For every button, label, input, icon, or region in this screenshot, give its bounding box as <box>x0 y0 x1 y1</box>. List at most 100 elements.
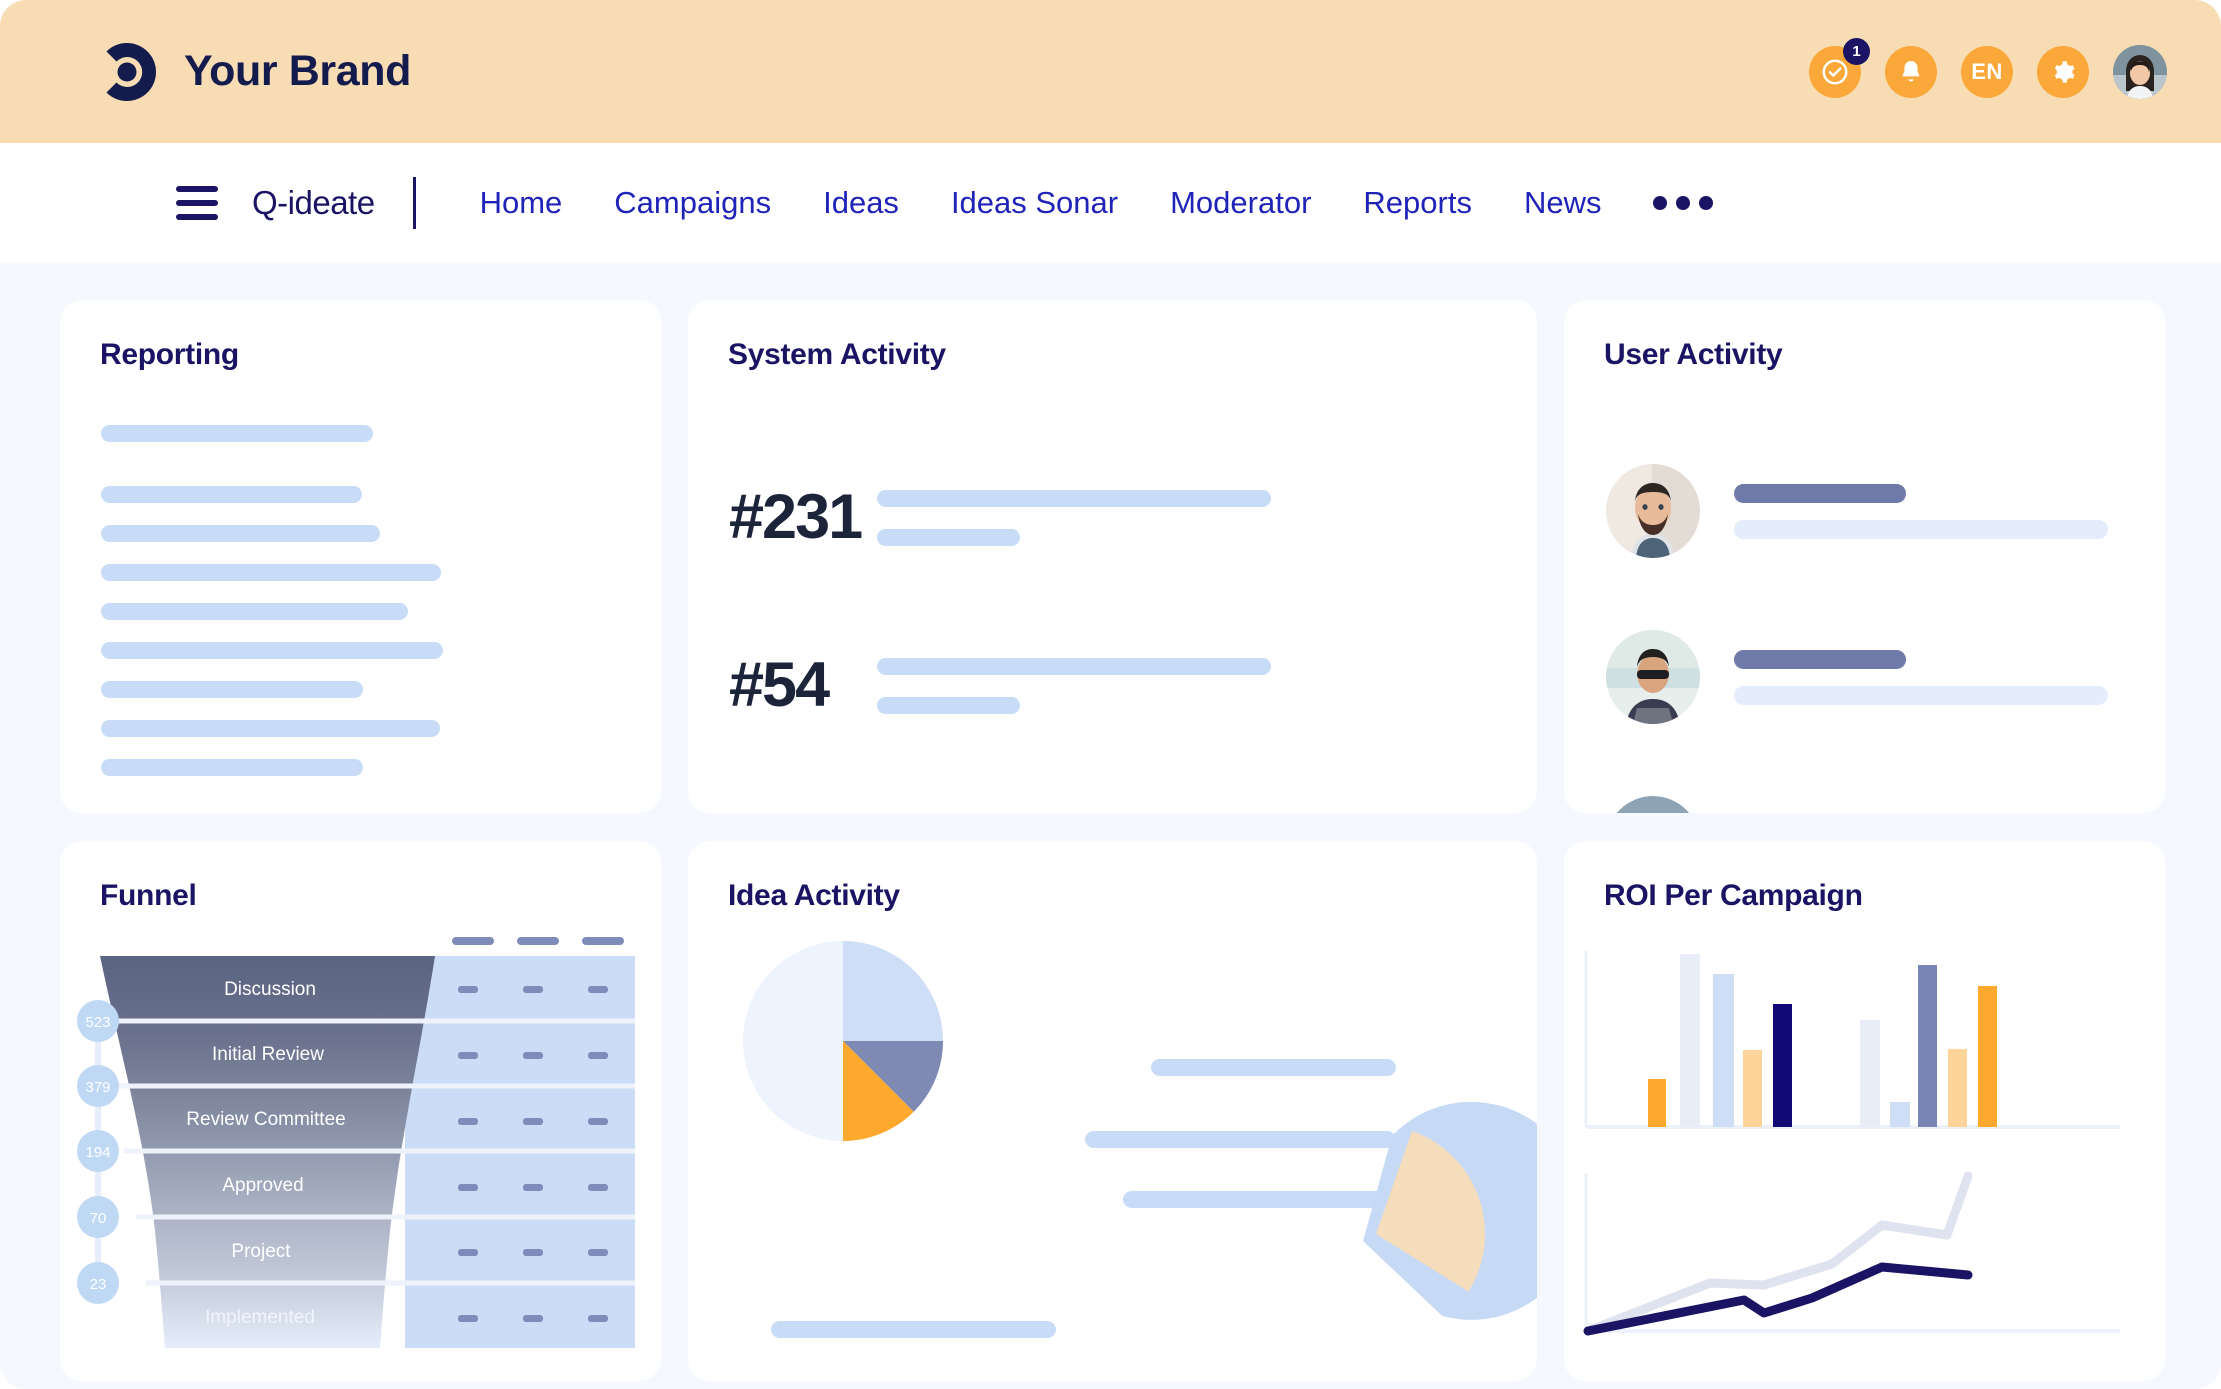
list-item[interactable] <box>1606 608 2125 746</box>
bar <box>1743 1050 1762 1127</box>
card-roi-per-campaign: ROI Per Campaign <box>1564 841 2165 1381</box>
page-title-system-activity: System Activity <box>728 338 946 372</box>
roi-charts <box>1564 927 2165 1381</box>
list-item[interactable]: #162 <box>729 794 1497 813</box>
bar <box>1860 1020 1880 1127</box>
funnel-stage-label: Initial Review <box>212 1044 324 1065</box>
list-item[interactable]: #231 <box>729 458 1497 576</box>
placeholder-line <box>877 697 1020 714</box>
bar <box>1918 965 1937 1127</box>
roi-bar-chart[interactable] <box>1586 951 2120 1127</box>
card-user-activity: User Activity <box>1564 300 2165 813</box>
nav-link-news[interactable]: News <box>1498 185 1628 221</box>
funnel-value: 523 <box>85 1014 110 1031</box>
placeholder-line <box>101 486 362 503</box>
system-activity-list: #231 #54 #162 <box>729 440 1497 813</box>
idea-placeholder-group-bottom <box>771 1321 1069 1381</box>
dashboard-grid: Reporting System Activity #231 <box>60 300 2164 1381</box>
roi-line-chart[interactable] <box>1586 1173 2120 1331</box>
nav-link-reports[interactable]: Reports <box>1337 185 1498 221</box>
bar <box>1773 1004 1792 1127</box>
avatar-image <box>2113 45 2167 99</box>
placeholder-line-body <box>1734 520 2108 539</box>
funnel-chart-svg: 523 379 194 70 23 Discussion Initial Rev… <box>60 931 661 1381</box>
nav-link-ideas[interactable]: Ideas <box>797 185 925 221</box>
idea-activity-svg <box>688 841 1537 1381</box>
settings-button[interactable] <box>2037 46 2089 98</box>
more-horizontal-icon[interactable] <box>1627 196 1739 210</box>
reporting-placeholder-list <box>101 425 625 776</box>
avatar[interactable] <box>2113 45 2167 99</box>
placeholder-group <box>1734 650 2125 705</box>
avatar-sunglasses-man-icon <box>1606 630 1700 724</box>
placeholder-line <box>101 564 441 581</box>
brand-circle-icon <box>96 41 158 103</box>
placeholder-line <box>101 642 443 659</box>
placeholder-line <box>1151 1059 1396 1076</box>
funnel-value: 70 <box>90 1210 107 1227</box>
main-navbar: Q-ideate Home Campaigns Ideas Ideas Sona… <box>0 143 2221 263</box>
placeholder-line <box>101 681 363 698</box>
nav-link-home[interactable]: Home <box>454 185 589 221</box>
nav-divider <box>413 177 416 229</box>
system-activity-value: #54 <box>729 654 877 717</box>
list-item[interactable] <box>1606 442 2125 580</box>
funnel-value: 194 <box>85 1144 110 1161</box>
nav-link-ideas-sonar[interactable]: Ideas Sonar <box>925 185 1144 221</box>
placeholder-line <box>1085 1131 1396 1148</box>
avatar[interactable] <box>1606 630 1700 724</box>
bar <box>1648 1079 1666 1127</box>
card-idea-activity: Idea Activity <box>688 841 1537 1381</box>
funnel-value: 23 <box>90 1276 107 1293</box>
funnel-stage-label: Approved <box>222 1175 303 1196</box>
placeholder-group <box>877 488 1497 546</box>
language-button[interactable]: EN <box>1961 46 2013 98</box>
placeholder-line <box>101 603 408 620</box>
tasks-badge: 1 <box>1843 38 1870 65</box>
brand-block[interactable]: Your Brand <box>96 41 411 103</box>
placeholder-line <box>771 1321 1056 1338</box>
roi-svg <box>1564 927 2165 1381</box>
page-title-user-activity: User Activity <box>1604 338 1782 372</box>
tasks-button[interactable]: 1 <box>1809 46 1861 98</box>
bar <box>1680 954 1700 1127</box>
dashboard-root: Your Brand 1 EN <box>0 0 2221 1389</box>
placeholder-line-title <box>1734 650 1906 669</box>
funnel-legend[interactable] <box>452 937 624 945</box>
idea-pie-chart-1[interactable] <box>743 941 943 1141</box>
avatar[interactable] <box>1606 796 1700 813</box>
nav-link-moderator[interactable]: Moderator <box>1144 185 1337 221</box>
idea-activity-content <box>688 841 1537 1381</box>
card-funnel: Funnel <box>60 841 661 1381</box>
hamburger-menu-icon[interactable] <box>176 186 218 220</box>
funnel-stage-label: Review Committee <box>186 1109 345 1130</box>
bar <box>1890 1102 1910 1127</box>
check-circle-icon <box>1820 57 1850 87</box>
funnel-stage-label: Discussion <box>224 979 316 1000</box>
funnel-stage-label: Project <box>231 1241 291 1262</box>
placeholder-line-title <box>1734 484 1906 503</box>
funnel-chart[interactable]: 523 379 194 70 23 Discussion Initial Rev… <box>60 931 661 1381</box>
notifications-button[interactable] <box>1885 46 1937 98</box>
avatar-smiling-man-icon <box>1606 796 1700 813</box>
card-reporting: Reporting <box>60 300 661 813</box>
placeholder-line-body <box>1734 686 2108 705</box>
list-item[interactable] <box>1606 774 2125 813</box>
page-title-funnel: Funnel <box>100 879 197 913</box>
header-actions: 1 EN <box>1809 45 2167 99</box>
card-system-activity: System Activity #231 #54 <box>688 300 1537 813</box>
placeholder-line <box>101 525 380 542</box>
language-label: EN <box>1971 59 2003 85</box>
avatar[interactable] <box>1606 464 1700 558</box>
list-item[interactable]: #54 <box>729 626 1497 744</box>
bar <box>1978 986 1997 1127</box>
nav-links: Home Campaigns Ideas Ideas Sonar Moderat… <box>454 185 1740 221</box>
funnel-value: 379 <box>85 1079 110 1096</box>
nav-link-campaigns[interactable]: Campaigns <box>588 185 797 221</box>
placeholder-line <box>877 658 1271 675</box>
placeholder-line <box>101 720 440 737</box>
app-name: Q-ideate <box>252 184 375 222</box>
placeholder-line <box>877 529 1020 546</box>
system-activity-value: #231 <box>729 486 877 549</box>
user-activity-list <box>1606 428 2125 813</box>
